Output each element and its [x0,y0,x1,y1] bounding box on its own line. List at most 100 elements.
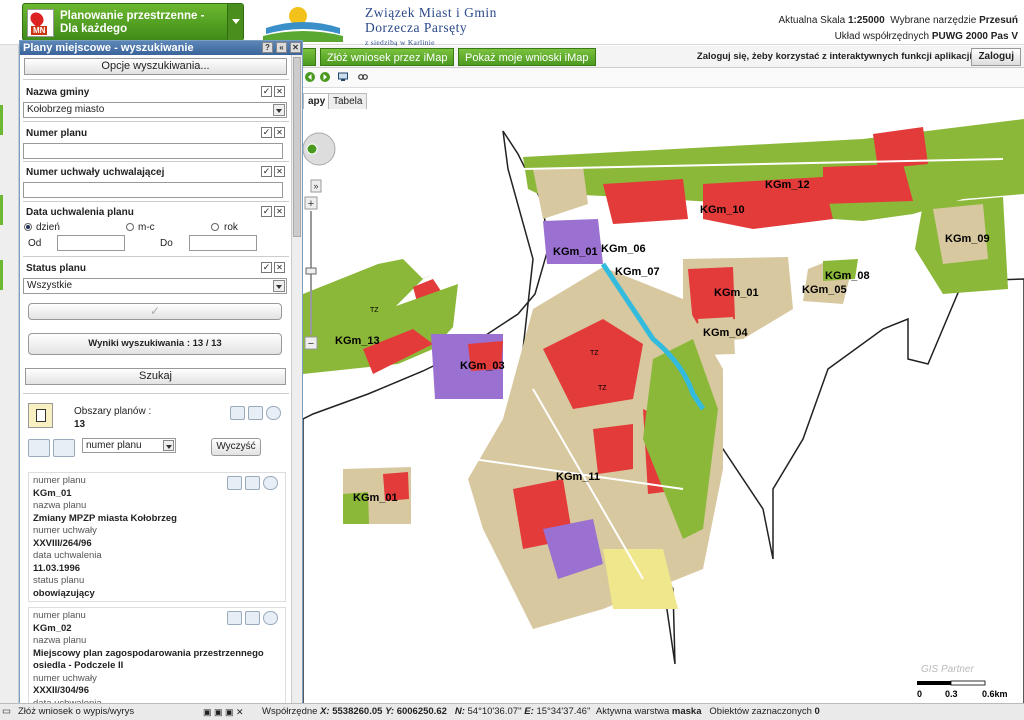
sort-ascending-icon[interactable] [28,439,50,457]
map-drawing: KGm_12 KGm_10 KGm_09 KGm_01 KGm_06 KGm_0… [303,119,1024,703]
clear-icon[interactable]: ✕ [274,206,285,217]
window-controls: ▣ ▣ ▣ ✕ [203,707,244,717]
zoom-icon[interactable] [227,611,242,625]
show-requests-button[interactable]: Pokaż moje wnioski iMap [458,48,596,66]
svg-text:0.6km: 0.6km [982,689,1008,699]
arrow-left-icon[interactable] [305,72,315,82]
search-panel: Plany miejscowe - wyszukiwanie ? « ✕ Opc… [19,40,303,708]
chevron-down-icon[interactable] [263,476,278,490]
result-card[interactable]: numer planu KGm_02 nazwa planu Miejscowy… [28,607,286,707]
map-toolbar [303,68,1024,88]
org-name: Związek Miast i Gmin Dorzecza Parsęty z … [365,5,497,47]
scale-info: Aktualna Skala 1:25000 Wybrane narzędzie… [778,15,1018,42]
app-selector[interactable]: MN Planowanie przestrzenne - Dla każdego [22,3,244,41]
map-tz-1: TZ [370,307,379,314]
map-label-kgm-01-b: KGm_01 [714,287,759,299]
document-icon[interactable] [28,403,53,428]
map-label-kgm-13: KGm_13 [335,335,380,347]
help-icon[interactable]: ? [262,42,273,53]
zoom-control[interactable]: » + − [302,125,337,355]
map-canvas[interactable]: KGm_12 KGm_10 KGm_09 KGm_01 KGm_06 KGm_0… [303,109,1024,703]
radio-mc[interactable] [126,223,134,231]
radio-dzien[interactable] [24,223,32,231]
search-options-button[interactable]: Opcje wyszukiwania... [24,58,287,75]
tab-tabela[interactable]: Tabela ⊗ [328,93,368,123]
radio-rok[interactable] [211,223,219,231]
zoom-icon[interactable] [227,476,242,490]
chevron-down-icon[interactable] [263,611,278,625]
panel-title: Plany miejscowe - wyszukiwanie [23,42,194,54]
checkmark-circle-icon: ✓ [149,304,161,318]
clear-icon[interactable]: ✕ [274,86,285,97]
map-label-kgm-12: KGm_12 [765,179,810,191]
svg-text:0: 0 [917,689,922,699]
map-label-kgm-01-c: KGm_01 [353,492,398,504]
close-icon[interactable]: ✕ [290,42,301,53]
checkmark-icon[interactable]: ✓ [261,127,272,138]
print-icon[interactable] [245,476,260,490]
svg-text:GIS Partner: GIS Partner [921,664,974,675]
arrow-right-icon[interactable] [320,72,330,82]
date-to-input[interactable] [189,235,257,251]
coordinates: Współrzędne X: 5538260.05 Y: 6006250.62 … [262,706,820,717]
panel-title-bar: Plany miejscowe - wyszukiwanie ? « ✕ [20,41,302,55]
print-icon[interactable] [245,611,260,625]
map-label-kgm-05: KGm_05 [802,284,847,296]
chevron-down-icon [273,104,285,116]
sort-descending-icon[interactable] [53,439,75,457]
map-label-kgm-07: KGm_07 [615,266,660,278]
checkmark-icon[interactable]: ✓ [261,206,272,217]
link-icon[interactable] [358,72,368,82]
monitor-icon[interactable] [338,72,348,82]
svg-text:−: − [308,338,314,350]
left-strip [0,45,19,703]
scrollbar-thumb[interactable] [293,57,301,237]
svg-text:»: » [313,181,318,191]
map-navigation[interactable]: » + − [302,125,337,355]
submit-imap-button[interactable]: Złóż wniosek przez iMap [320,48,455,66]
map-label-kgm-08: KGm_08 [825,270,870,282]
svg-text:0.3: 0.3 [945,689,958,699]
print-icon[interactable] [248,406,263,420]
gmina-label: Nazwa gminy [26,87,90,98]
numer-planu-input[interactable] [23,143,283,159]
status-select[interactable]: Wszystkie [23,278,287,294]
login-button[interactable]: Zaloguj [971,48,1021,66]
chevron-down-icon[interactable] [227,4,243,40]
checkmark-icon[interactable]: ✓ [261,86,272,97]
svg-text:+: + [308,198,314,210]
action-toolbar: Złóż wniosek przez iMap Pokaż moje wnios… [290,46,1024,68]
map-label-kgm-09: KGm_09 [945,233,990,245]
gmina-select[interactable]: Kołobrzeg miasto [23,102,287,118]
sort-select[interactable]: numer planu [82,438,176,453]
checkmark-icon[interactable]: ✓ [261,166,272,177]
uchwala-input[interactable] [23,182,283,198]
clear-icon[interactable]: ✕ [274,127,285,138]
confirm-button[interactable]: ✓ [28,303,282,320]
top-header: MN Planowanie przestrzenne - Dla każdego… [0,0,1024,47]
checkmark-icon[interactable]: ✓ [261,262,272,273]
clear-button[interactable]: Wyczyść [211,438,261,456]
uchwala-label: Numer uchwały uchwalającej [26,167,165,178]
clear-icon[interactable]: ✕ [274,262,285,273]
numer-planu-label: Numer planu [26,128,88,139]
request-window-label[interactable]: Złóż wniosek o wypis/wyrys [18,704,134,720]
chevron-down-icon[interactable] [266,406,281,420]
clear-icon[interactable]: ✕ [274,166,285,177]
zoom-icon[interactable] [230,406,245,420]
map-label-kgm-03: KGm_03 [460,360,505,372]
map-label-kgm-06: KGm_06 [601,243,646,255]
collapse-icon[interactable]: « [276,42,287,53]
app-title: Planowanie przestrzenne - Dla każdego [60,10,205,35]
result-card[interactable]: numer planu KGm_01 nazwa planu Zmiany MP… [28,472,286,602]
search-button[interactable]: Szukaj [25,368,286,385]
map-tz-2: TZ [590,350,599,357]
org-logo [263,7,343,42]
panel-scrollbar[interactable] [291,55,302,707]
status-label: Status planu [26,263,87,274]
map-label-kgm-10: KGm_10 [700,204,745,216]
mpzp-pin-icon: MN [27,9,54,37]
window-icon: ▭ [2,706,11,717]
tab-mapy[interactable]: apy [303,93,331,109]
date-from-input[interactable] [57,235,125,251]
